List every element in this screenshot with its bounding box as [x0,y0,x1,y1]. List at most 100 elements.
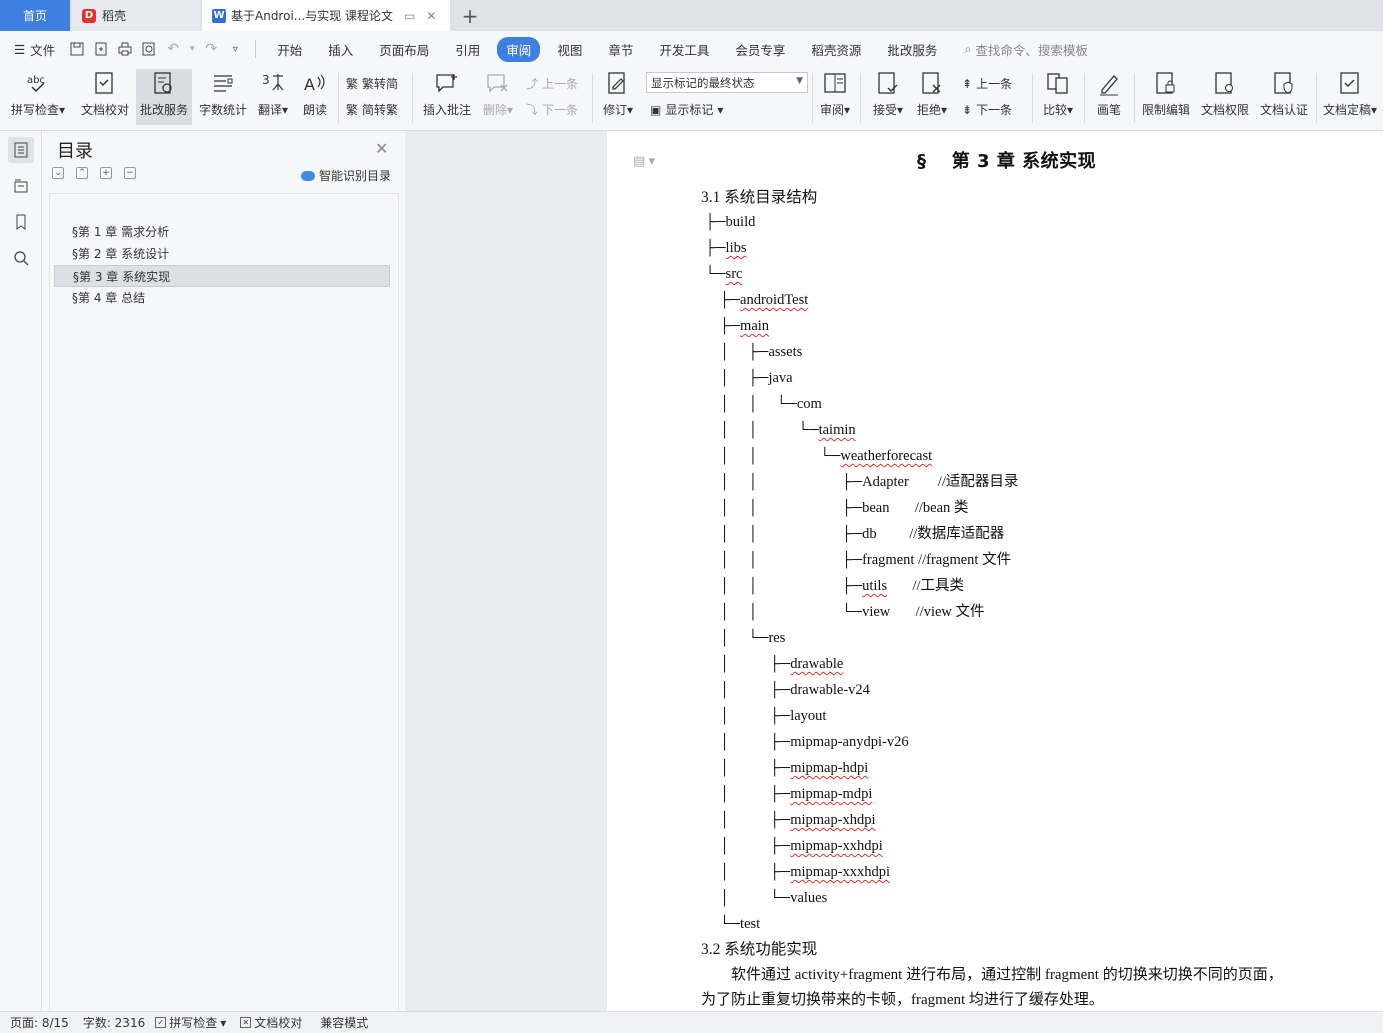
document-page[interactable]: ▤ ▾ § 第 3 章 系统实现 3.1 系统目录结构 ├─build ├─lib… [607,131,1383,1011]
proofread-button[interactable]: 文档校对 [76,69,134,125]
tree-node-name: assets [768,344,803,360]
tree-branch: │ │ ├─ [705,526,863,542]
pen-button[interactable]: 画笔 [1090,69,1128,125]
hamburger-icon: ☰ [14,41,26,57]
insert-comment-button[interactable]: 插入批注 [420,69,474,125]
collapse-all-icon[interactable]: ⌄ [52,167,64,179]
mark-state-select[interactable]: 显示标记的最终状态 ▼ [646,72,808,93]
review-pane-icon [821,69,849,99]
translate-button[interactable]: 3 翻译▾ [254,69,292,125]
menu-daoke-resources[interactable]: 稻壳资源 [798,40,874,59]
status-spell-check[interactable]: ✓ 拼写检查 ▾ [155,1014,226,1031]
toc-item-ch3[interactable]: §第 3 章 系统实现 [54,265,390,287]
next-change-button[interactable]: ⇟ 下一条 [962,101,1012,118]
toc-item-ch2[interactable]: §第 2 章 系统设计 [54,243,390,265]
tab-document[interactable]: W 基于Androi...与实现 课程论文 ▭ ✕ [202,0,450,31]
permission-icon [1211,69,1239,99]
revise-button[interactable]: 修订▾ [598,69,638,125]
page-menu-icon[interactable]: ▤ ▾ [633,153,655,169]
expand-icon[interactable]: + [100,167,112,179]
undo-dropdown-icon[interactable]: ▾ [188,40,196,58]
search-panel-icon[interactable] [8,245,34,271]
simp-to-trad-button[interactable]: 繁简转繁 [346,101,398,118]
tree-node-name: weatherforecast [840,448,933,464]
menu-section[interactable]: 章节 [595,40,646,59]
command-search[interactable]: ⌕ 查找命令、搜索模板 [964,40,1088,59]
status-bar: 页面: 8/15 字数: 2316 ✓ 拼写检查 ▾ ✕ 文档校对 兼容模式 [0,1011,1383,1033]
redo-icon[interactable]: ↷ [202,40,220,58]
spell-check-button[interactable]: abc 拼写检查▾ [6,69,70,125]
menu-start[interactable]: 开始 [264,40,315,59]
toc-panel-icon[interactable] [8,137,34,163]
delete-comment-button[interactable]: 删除▾ [478,69,518,125]
collapse-icon[interactable]: − [124,167,136,179]
tree-branch: │ │ ├─ [705,500,863,516]
smart-toc-button[interactable]: 智能识别目录 [301,167,391,184]
tree-row: │ │ └─taimin [705,417,1018,443]
menu-review-service[interactable]: 批改服务 [874,40,950,59]
bookmark-icon[interactable] [8,209,34,235]
toc-item-ch1[interactable]: §第 1 章 需求分析 [54,221,390,243]
next-comment-button[interactable]: ⤵ 下一条 [526,101,578,118]
menu-reference[interactable]: 引用 [442,40,493,59]
tree-row: │ ├─drawable-v24 [705,677,1018,703]
menu-review[interactable]: 审阅 [497,36,541,62]
chapter-nav-icon[interactable] [8,173,34,199]
review-service-icon [150,69,178,99]
restrict-edit-button[interactable]: 限制编辑 [1140,69,1192,125]
tree-comment: //view 文件 [890,604,985,620]
tree-branch: │ ├─ [705,734,791,750]
compare-button[interactable]: 比较▾ [1038,69,1078,125]
status-proofread[interactable]: ✕ 文档校对 [240,1014,302,1031]
menu-member[interactable]: 会员专享 [722,40,798,59]
doc-permission-button[interactable]: 文档权限 [1198,69,1252,125]
prev-change-button[interactable]: ⇞ 上一条 [962,75,1012,92]
toc-title: 目录 [57,141,93,162]
close-icon[interactable]: ✕ [375,139,388,158]
ribbon-separator [1032,73,1033,123]
tree-node-name: mipmap-xhdpi [790,812,876,828]
expand-up-icon[interactable]: ⌃ [76,167,88,179]
review-pane-button[interactable]: 审阅▾ [816,69,854,125]
finalize-button[interactable]: 文档定稿▾ [1320,69,1380,125]
quick-access-dropdown-icon[interactable]: ▿ [226,40,244,58]
prev-comment-button[interactable]: ⤴ 上一条 [526,75,578,92]
tree-node-name: res [768,630,786,646]
tree-row: │ ├─java [705,365,1018,391]
proof-icon: ✕ [240,1017,252,1028]
tab-daoke[interactable]: D 稻壳 [72,0,200,31]
tree-row: │ ├─mipmap-mdpi [705,781,1018,807]
file-menu[interactable]: ☰ 文件 [0,40,65,59]
menu-view[interactable]: 视图 [544,40,595,59]
simp-trad-icon: 繁 [346,103,359,117]
print-icon[interactable] [116,40,134,58]
new-tab-button[interactable]: + [456,0,484,31]
tree-row: ├─androidTest [705,287,1018,313]
doc-auth-button[interactable]: 文档认证 [1256,69,1312,125]
menu-dev-tools[interactable]: 开发工具 [646,40,722,59]
undo-icon[interactable]: ↶ [164,40,182,58]
menu-page-layout[interactable]: 页面布局 [366,40,442,59]
trad-to-simp-button[interactable]: 繁繁转简 [346,75,398,92]
tab-home[interactable]: 首页 [0,0,70,31]
word-count-button[interactable]: 字数统计 [196,69,250,125]
save-icon[interactable] [68,40,86,58]
menu-insert[interactable]: 插入 [315,40,366,59]
accept-button[interactable]: 接受▾ [868,69,908,125]
export-icon[interactable] [92,40,110,58]
word-count[interactable]: 字数: 2316 [83,1014,145,1031]
show-marks-button[interactable]: ▣ 显示标记 ▾ [650,101,723,118]
page-indicator[interactable]: 页面: 8/15 [10,1014,69,1031]
close-tab-icon[interactable]: ✕ [426,9,436,23]
print-preview-icon[interactable] [140,40,158,58]
toc-item-ch4[interactable]: §第 4 章 总结 [54,287,390,309]
review-service-button[interactable]: 批改服务 [136,69,192,125]
tree-row: │ ├─assets [705,339,1018,365]
ribbon-separator [338,73,339,123]
read-aloud-button[interactable]: A 朗读 [296,69,334,125]
pin-icon[interactable]: ▭ [404,9,415,23]
daoke-logo-icon: D [82,8,96,23]
chevron-down-icon: ▼ [796,76,803,86]
tree-row: │ │ ├─db //数据库适配器 [705,521,1018,547]
reject-button[interactable]: 拒绝▾ [912,69,952,125]
